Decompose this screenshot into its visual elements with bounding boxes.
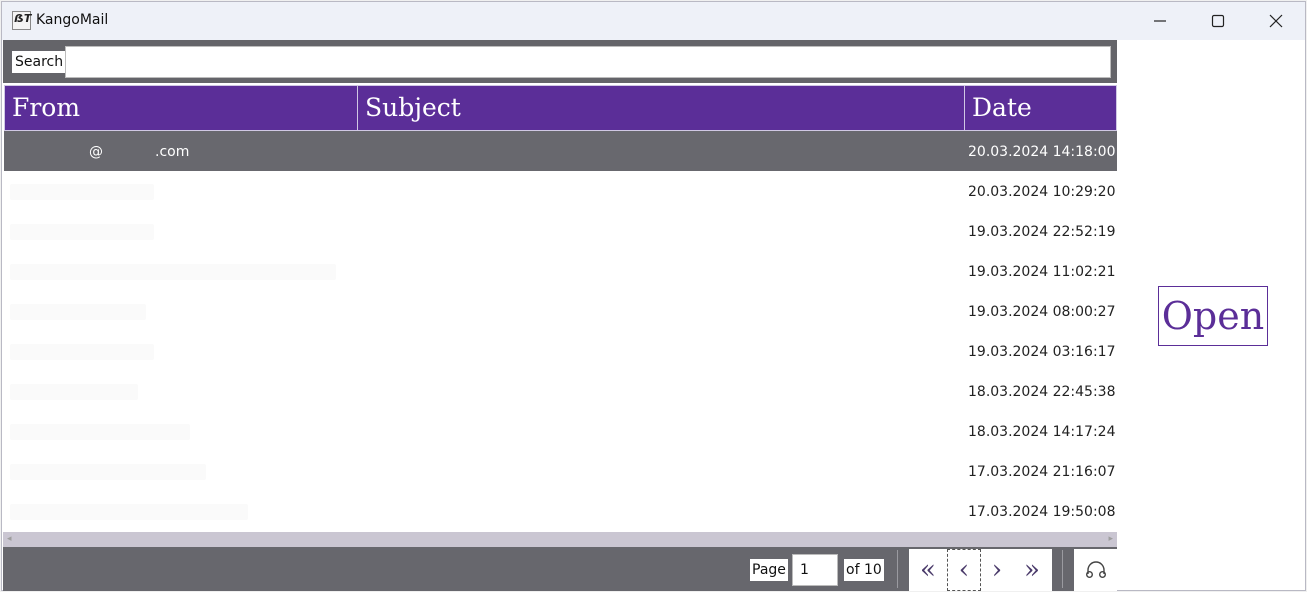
scroll-right-icon[interactable]: ▸ bbox=[1108, 534, 1113, 544]
app-logo-icon: ẞT bbox=[12, 11, 31, 30]
column-header-from[interactable]: From bbox=[5, 86, 358, 130]
minimize-icon bbox=[1154, 20, 1166, 22]
date-cell: 20.03.2024 14:18:00 bbox=[968, 144, 1116, 160]
from-domain: .com bbox=[155, 144, 190, 160]
redacted-sender bbox=[10, 424, 190, 440]
mail-list[interactable]: @ .com 20.03.2024 14:18:00 20.03.2024 10… bbox=[4, 131, 1117, 531]
table-row[interactable]: 17.03.2024 21:16:07 bbox=[4, 451, 1117, 491]
horizontal-scrollbar[interactable]: ◂ ▸ bbox=[3, 532, 1117, 547]
scroll-left-icon[interactable]: ◂ bbox=[7, 534, 12, 544]
maximize-icon bbox=[1211, 14, 1225, 28]
date-cell: 19.03.2024 22:52:19 bbox=[968, 224, 1116, 240]
redacted-sender bbox=[10, 304, 146, 320]
table-row[interactable]: 18.03.2024 22:45:38 bbox=[4, 371, 1117, 411]
app-logo-glyph: ẞT bbox=[14, 12, 32, 25]
pagination-bar: Page 1 of 10 « ‹ › » bbox=[3, 547, 1117, 591]
next-page-button[interactable]: › bbox=[980, 549, 1014, 591]
date-cell: 19.03.2024 11:02:21 bbox=[968, 264, 1116, 280]
previous-page-button[interactable]: ‹ bbox=[947, 549, 981, 591]
table-row[interactable]: 19.03.2024 22:52:19 bbox=[4, 211, 1117, 251]
search-input[interactable] bbox=[65, 46, 1111, 78]
close-icon bbox=[1269, 14, 1283, 28]
redacted-sender bbox=[10, 384, 138, 400]
date-cell: 20.03.2024 10:29:20 bbox=[968, 184, 1116, 200]
from-at-sign: @ bbox=[89, 144, 103, 160]
pager-divider bbox=[1062, 550, 1063, 588]
pager-divider bbox=[897, 550, 898, 588]
date-cell: 19.03.2024 08:00:27 bbox=[968, 304, 1116, 320]
date-cell: 17.03.2024 19:50:08 bbox=[968, 504, 1116, 520]
headphones-icon bbox=[1085, 561, 1106, 578]
redacted-sender bbox=[10, 344, 154, 360]
minimize-button[interactable] bbox=[1131, 2, 1189, 40]
redacted-sender bbox=[10, 224, 154, 240]
redacted-sender bbox=[10, 464, 206, 480]
open-button[interactable]: Open bbox=[1158, 286, 1268, 346]
redacted-sender bbox=[10, 264, 336, 280]
table-row[interactable]: 17.03.2024 19:50:08 bbox=[4, 491, 1117, 531]
close-button[interactable] bbox=[1247, 2, 1305, 40]
maximize-button[interactable] bbox=[1189, 2, 1247, 40]
page-count-label: of 10 bbox=[844, 559, 884, 581]
table-row[interactable]: 19.03.2024 03:16:17 bbox=[4, 331, 1117, 371]
table-header: From Subject Date bbox=[4, 85, 1117, 131]
page-label: Page bbox=[750, 559, 788, 581]
date-cell: 19.03.2024 03:16:17 bbox=[968, 344, 1116, 360]
column-header-subject[interactable]: Subject bbox=[358, 86, 965, 130]
support-button[interactable] bbox=[1074, 549, 1117, 591]
table-row[interactable]: 18.03.2024 14:17:24 bbox=[4, 411, 1117, 451]
table-row[interactable]: 19.03.2024 11:02:21 bbox=[4, 251, 1117, 291]
redacted-sender bbox=[10, 504, 248, 520]
column-header-date[interactable]: Date bbox=[965, 86, 1116, 130]
date-cell: 17.03.2024 21:16:07 bbox=[968, 464, 1116, 480]
main-window: ẞT KangoMail Search From Subject Date @ … bbox=[1, 1, 1306, 591]
last-page-button[interactable]: » bbox=[1015, 549, 1049, 591]
table-row-selected[interactable]: @ .com 20.03.2024 14:18:00 bbox=[4, 131, 1117, 171]
redacted-sender bbox=[10, 184, 154, 200]
date-cell: 18.03.2024 14:17:24 bbox=[968, 424, 1116, 440]
page-number-input[interactable]: 1 bbox=[792, 554, 838, 586]
search-toolbar: Search bbox=[3, 40, 1117, 83]
table-row[interactable]: 20.03.2024 10:29:20 bbox=[4, 171, 1117, 211]
date-cell: 18.03.2024 22:45:38 bbox=[968, 384, 1116, 400]
table-row[interactable]: 19.03.2024 08:00:27 bbox=[4, 291, 1117, 331]
window-title: KangoMail bbox=[36, 12, 109, 28]
first-page-button[interactable]: « bbox=[911, 549, 945, 591]
search-label: Search bbox=[12, 51, 67, 73]
page-navigation: « ‹ › » bbox=[909, 549, 1052, 591]
title-bar[interactable]: ẞT KangoMail bbox=[2, 2, 1305, 40]
from-cell: @ .com bbox=[4, 131, 356, 171]
